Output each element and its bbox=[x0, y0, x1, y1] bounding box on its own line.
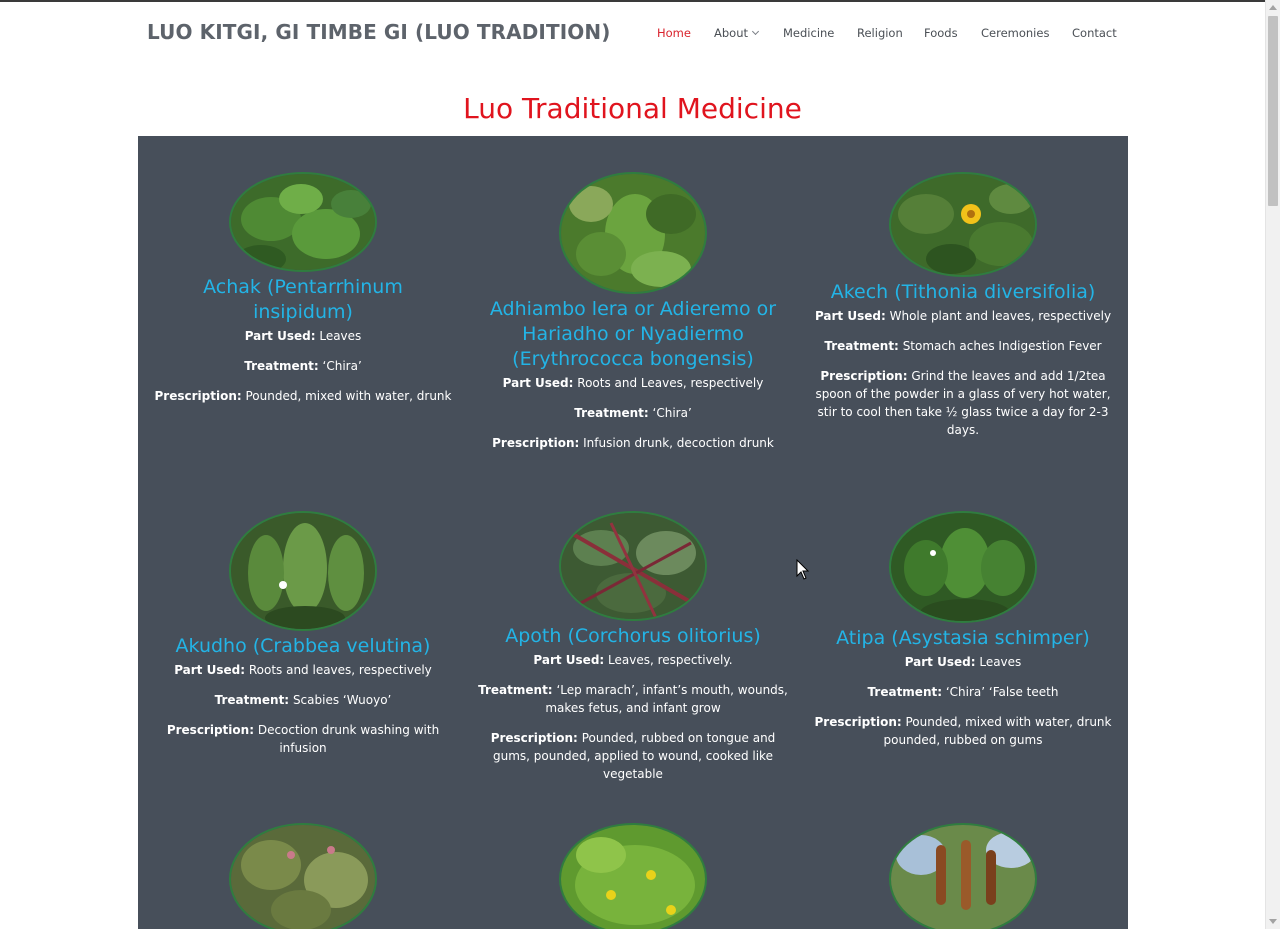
prescription: Prescription: Infusion drunk, decoction … bbox=[492, 436, 774, 450]
plant-image bbox=[229, 823, 377, 929]
plant-image-achak bbox=[229, 172, 377, 272]
flower-photo bbox=[891, 174, 1035, 275]
plant-card: Achak (Pentarrhinum insipidum) Part Used… bbox=[138, 172, 468, 405]
scroll-up-arrow-icon[interactable] bbox=[1269, 5, 1277, 10]
treatment: Treatment: ‘Chira’ bbox=[244, 359, 362, 373]
plant-card: Atipa (Asystasia schimper) Part Used: Le… bbox=[798, 511, 1128, 749]
pod-photo bbox=[891, 825, 1035, 929]
nav-about[interactable]: About bbox=[714, 26, 760, 40]
plant-name: Atipa (Asystasia schimper) bbox=[836, 627, 1090, 649]
plant-image-apoth bbox=[559, 511, 707, 621]
plant-name: Akech (Tithonia diversifolia) bbox=[830, 281, 1096, 303]
treatment: Treatment: Stomach aches Indigestion Fev… bbox=[824, 339, 1102, 353]
plant-card: Adhiambo lera or Adieremo or Hariadho or… bbox=[468, 172, 798, 452]
prescription: Prescription: Grind the leaves and add 1… bbox=[815, 369, 1111, 437]
plant-card bbox=[798, 823, 1128, 929]
nav-religion[interactable]: Religion bbox=[857, 26, 903, 40]
plant-card: Akudho (Crabbea velutina) Part Used: Roo… bbox=[138, 511, 468, 757]
leaf-photo bbox=[891, 513, 1035, 621]
plant-name: Adhiambo lera or Adieremo or Hariadho or… bbox=[489, 298, 777, 370]
leaf-photo bbox=[231, 513, 375, 629]
scroll-down-arrow-icon[interactable] bbox=[1269, 919, 1277, 924]
page: LUO KITGI, GI TIMBE GI (LUO TRADITION) H… bbox=[0, 0, 1265, 929]
leaf-photo bbox=[561, 174, 705, 292]
plant-image-akech bbox=[889, 172, 1037, 277]
leaf-photo bbox=[231, 174, 375, 270]
plant-name: Achak (Pentarrhinum insipidum) bbox=[203, 276, 403, 323]
vertical-scrollbar[interactable] bbox=[1265, 0, 1280, 929]
part-used: Part Used: Leaves, respectively. bbox=[533, 653, 733, 667]
prescription: Prescription: Pounded, rubbed on tongue … bbox=[490, 731, 776, 781]
plant-image-adhiambo-lera bbox=[559, 172, 707, 294]
plant-image-akudho bbox=[229, 511, 377, 631]
part-used: Part Used: Roots and leaves, respectivel… bbox=[174, 663, 432, 677]
leaf-photo bbox=[561, 513, 705, 619]
prescription: Prescription: Pounded, mixed with water,… bbox=[154, 389, 452, 403]
nav-about-label: About bbox=[714, 26, 749, 40]
nav-foods[interactable]: Foods bbox=[924, 26, 958, 40]
plant-card: Akech (Tithonia diversifolia) Part Used:… bbox=[798, 172, 1128, 439]
part-used: Part Used: Roots and Leaves, respectivel… bbox=[502, 376, 764, 390]
plant-card bbox=[138, 823, 468, 929]
prescription: Prescription: Decoction drunk washing wi… bbox=[166, 723, 440, 755]
nav-contact[interactable]: Contact bbox=[1072, 26, 1117, 40]
nav-medicine[interactable]: Medicine bbox=[783, 26, 834, 40]
scrollbar-thumb[interactable] bbox=[1268, 16, 1278, 206]
plant-image bbox=[889, 823, 1037, 929]
treatment: Treatment: Scabies ‘Wuoyo’ bbox=[214, 693, 392, 707]
page-title: Luo Traditional Medicine bbox=[463, 92, 802, 125]
nav-home[interactable]: Home bbox=[657, 26, 691, 40]
part-used: Part Used: Whole plant and leaves, respe… bbox=[814, 309, 1112, 323]
plant-card: Apoth (Corchorus olitorius) Part Used: L… bbox=[468, 511, 798, 783]
treatment: Treatment: ‘Chira’ ‘False teeth bbox=[867, 685, 1059, 699]
treatment: Treatment: ‘Lep marach’, infant’s mouth,… bbox=[478, 683, 788, 715]
nav-ceremonies[interactable]: Ceremonies bbox=[981, 26, 1049, 40]
treatment: Treatment: ‘Chira’ bbox=[574, 406, 692, 420]
chevron-down-icon bbox=[751, 27, 760, 36]
plant-image bbox=[559, 823, 707, 929]
plants-panel: Achak (Pentarrhinum insipidum) Part Used… bbox=[138, 136, 1128, 929]
plant-card bbox=[468, 823, 798, 929]
part-used: Part Used: Leaves bbox=[904, 655, 1022, 669]
plant-name: Akudho (Crabbea velutina) bbox=[175, 635, 431, 657]
flower-photo bbox=[561, 825, 705, 929]
leaf-photo bbox=[231, 825, 375, 929]
plant-image-atipa bbox=[889, 511, 1037, 623]
main-nav: Home About Medicine Religion Foods Cerem… bbox=[0, 26, 1265, 46]
mouse-cursor-icon bbox=[796, 559, 810, 580]
site-header: LUO KITGI, GI TIMBE GI (LUO TRADITION) H… bbox=[0, 2, 1265, 66]
part-used: Part Used: Leaves bbox=[244, 329, 362, 343]
plant-name: Apoth (Corchorus olitorius) bbox=[505, 625, 761, 647]
prescription: Prescription: Pounded, mixed with water,… bbox=[814, 715, 1112, 747]
